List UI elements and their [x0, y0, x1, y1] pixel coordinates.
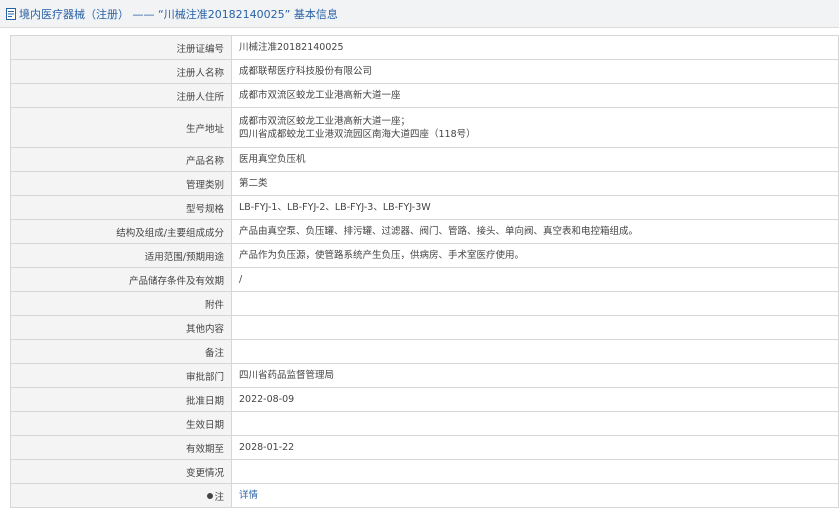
- field-value: [231, 459, 839, 484]
- field-label: 型号规格: [10, 195, 232, 220]
- field-value: 详情: [231, 483, 839, 508]
- field-value: /: [231, 267, 839, 292]
- field-label: 管理类别: [10, 171, 232, 196]
- field-label: 附件: [10, 291, 232, 316]
- field-value: 成都市双流区蛟龙工业港高新大道一座； 四川省成都蛟龙工业港双流园区南海大道四座（…: [231, 107, 839, 148]
- page-title: 境内医疗器械（注册） —— “川械注准20182140025” 基本信息: [19, 7, 338, 21]
- field-value: 四川省药品监督管理局: [231, 363, 839, 388]
- details-link[interactable]: 详情: [239, 490, 258, 501]
- field-value: [231, 315, 839, 340]
- field-value: 产品由真空泵、负压罐、排污罐、过滤器、阀门、管路、接头、单向阀、真空表和电控箱组…: [231, 219, 839, 244]
- table-row: 产品名称 医用真空负压机: [10, 147, 839, 172]
- field-label: 生效日期: [10, 411, 232, 436]
- table-row: 型号规格 LB-FYJ-1、LB-FYJ-2、LB-FYJ-3、LB-FYJ-3…: [10, 195, 839, 220]
- table-row: 注册人名称 成都联帮医疗科技股份有限公司: [10, 59, 839, 84]
- document-icon: [6, 7, 16, 20]
- table-row: 备注: [10, 339, 839, 364]
- field-value: 成都联帮医疗科技股份有限公司: [231, 59, 839, 84]
- field-value: 第二类: [231, 171, 839, 196]
- field-value: 2022-08-09: [231, 387, 839, 412]
- table-row: 结构及组成/主要组成成分 产品由真空泵、负压罐、排污罐、过滤器、阀门、管路、接头…: [10, 219, 839, 244]
- table-row: 有效期至 2028-01-22: [10, 435, 839, 460]
- table-row: 批准日期 2022-08-09: [10, 387, 839, 412]
- table-row: 审批部门 四川省药品监督管理局: [10, 363, 839, 388]
- field-label: 有效期至: [10, 435, 232, 460]
- table-row: 附件: [10, 291, 839, 316]
- table-row: 注 详情: [10, 483, 839, 508]
- address-line-1: 成都市双流区蛟龙工业港高新大道一座；: [239, 115, 411, 127]
- page-header: 境内医疗器械（注册） —— “川械注准20182140025” 基本信息: [0, 0, 839, 28]
- field-label: 适用范围/预期用途: [10, 243, 232, 268]
- table-row: 注册证编号 川械注准20182140025: [10, 35, 839, 60]
- field-value: 医用真空负压机: [231, 147, 839, 172]
- field-value: LB-FYJ-1、LB-FYJ-2、LB-FYJ-3、LB-FYJ-3W: [231, 195, 839, 220]
- field-value: 川械注准20182140025: [231, 35, 839, 60]
- field-label: 注册人名称: [10, 59, 232, 84]
- field-value: [231, 339, 839, 364]
- field-label: 其他内容: [10, 315, 232, 340]
- table-row: 适用范围/预期用途 产品作为负压源，使管路系统产生负压，供病房、手术室医疗使用。: [10, 243, 839, 268]
- bullet-icon: [207, 493, 214, 499]
- field-value: 2028-01-22: [231, 435, 839, 460]
- address-line-2: 四川省成都蛟龙工业港双流园区南海大道四座（118号）: [239, 128, 476, 140]
- note-label: 注: [214, 491, 224, 503]
- field-value: [231, 411, 839, 436]
- field-label: 产品储存条件及有效期: [10, 267, 232, 292]
- field-label: 结构及组成/主要组成成分: [10, 219, 232, 244]
- field-label: 注册人住所: [10, 83, 232, 108]
- table-row: 产品储存条件及有效期 /: [10, 267, 839, 292]
- field-label: 注册证编号: [10, 35, 232, 60]
- field-value: 产品作为负压源，使管路系统产生负压，供病房、手术室医疗使用。: [231, 243, 839, 268]
- table-row: 注册人住所 成都市双流区蛟龙工业港高新大道一座: [10, 83, 839, 108]
- field-label: 备注: [10, 339, 232, 364]
- table-row: 生效日期: [10, 411, 839, 436]
- field-label-note: 注: [10, 483, 232, 508]
- table-row: 变更情况: [10, 459, 839, 484]
- table-row: 管理类别 第二类: [10, 171, 839, 196]
- table-row: 其他内容: [10, 315, 839, 340]
- table-row: 生产地址 成都市双流区蛟龙工业港高新大道一座； 四川省成都蛟龙工业港双流园区南海…: [10, 107, 839, 148]
- field-value: 成都市双流区蛟龙工业港高新大道一座: [231, 83, 839, 108]
- field-label: 产品名称: [10, 147, 232, 172]
- info-table: 注册证编号 川械注准20182140025 注册人名称 成都联帮医疗科技股份有限…: [10, 35, 839, 508]
- field-value: [231, 291, 839, 316]
- field-label: 审批部门: [10, 363, 232, 388]
- field-label: 批准日期: [10, 387, 232, 412]
- field-label: 变更情况: [10, 459, 232, 484]
- field-label: 生产地址: [10, 107, 232, 148]
